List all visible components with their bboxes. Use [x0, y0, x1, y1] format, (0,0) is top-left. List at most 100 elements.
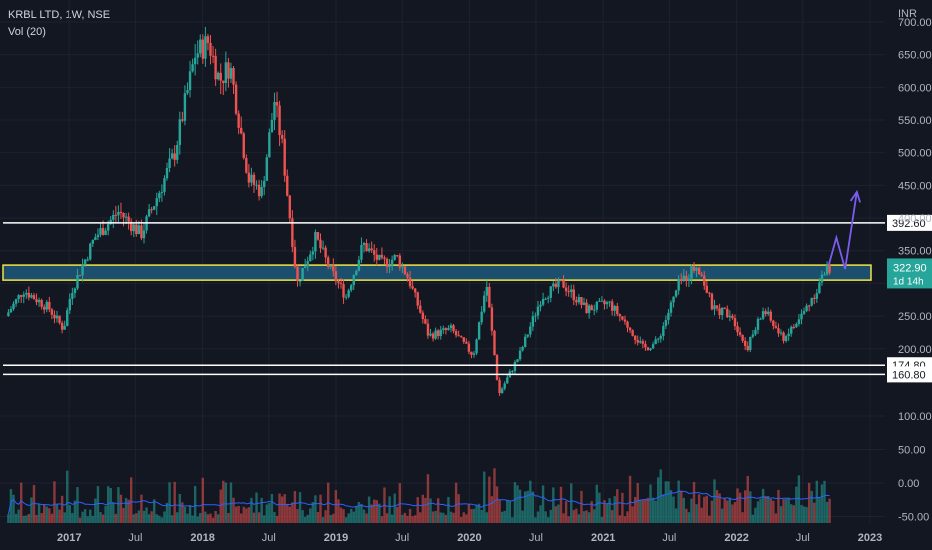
price-tick-label: 450.00 — [898, 180, 932, 192]
candle-body — [531, 316, 535, 327]
volume-bar — [60, 495, 64, 523]
candle-body — [577, 297, 581, 303]
volume-bar — [424, 497, 427, 523]
volume-bar — [309, 508, 312, 523]
volume-bar — [444, 514, 448, 523]
volume-bar — [726, 500, 729, 523]
candle-body — [641, 341, 645, 344]
price-chart[interactable]: 392.60174.80160.80 700.00650.00600.00550… — [0, 0, 932, 550]
candle-body — [644, 343, 647, 348]
candle-body — [662, 326, 665, 337]
volume-bar — [360, 503, 363, 523]
candle-body — [286, 175, 289, 196]
volume-bar — [365, 513, 368, 523]
volume-bar — [350, 508, 353, 523]
volume-bar — [639, 500, 642, 523]
candle-body — [86, 259, 89, 261]
volume-bar — [319, 494, 322, 523]
volume-bar — [48, 508, 51, 523]
candle-body — [424, 319, 427, 324]
volume-bar — [339, 507, 343, 523]
volume-bar — [572, 510, 575, 523]
candle-body — [17, 295, 20, 300]
candle-body — [703, 275, 706, 286]
volume-bar — [820, 484, 824, 523]
candle-body — [112, 214, 115, 220]
candle-body — [22, 294, 25, 297]
time-tick-label: Jul — [395, 532, 409, 544]
candle-body — [40, 300, 43, 307]
volume-bar — [610, 510, 614, 523]
volume-bar — [7, 514, 10, 523]
candle-body — [700, 274, 703, 276]
candle-body — [66, 310, 69, 326]
bar-countdown: 1d 14h — [893, 276, 924, 287]
candle-body — [209, 42, 212, 56]
volume-bar — [767, 496, 770, 523]
candle-body — [792, 326, 795, 328]
candle-body — [137, 225, 141, 235]
candle-body — [460, 336, 463, 338]
candle-body — [201, 39, 205, 59]
volume-bar — [828, 498, 831, 523]
volume-bar — [547, 517, 550, 523]
candle-body — [50, 309, 54, 315]
candle-body — [654, 339, 657, 345]
candle-body — [784, 336, 788, 341]
volume-bar — [511, 517, 514, 523]
volume-bar — [216, 514, 220, 523]
candle-body — [352, 275, 355, 286]
volume-bar — [119, 494, 123, 523]
candle-body — [590, 305, 593, 311]
volume-tick-label: 100.00 — [898, 411, 932, 423]
volume-tick-label: 0.00 — [898, 478, 919, 490]
time-axis: 2017 Jul 2018 Jul 2019 Jul 2020 Jul 2021 Jul 2022 J… — [57, 532, 882, 544]
volume-bar — [401, 514, 404, 523]
volume-bar — [807, 482, 811, 523]
candle-body — [122, 213, 125, 218]
volume-bar — [27, 514, 31, 523]
time-tick-label: Jul — [529, 532, 543, 544]
candle-body — [457, 335, 460, 337]
volume-bar — [163, 511, 166, 523]
price-tick-label: 550.00 — [898, 115, 932, 127]
candle-body — [191, 64, 194, 72]
volume-bar — [500, 511, 504, 523]
volume-bar — [158, 515, 161, 523]
volume-bar — [224, 482, 228, 523]
candle-body — [506, 377, 509, 384]
volume-bar — [96, 486, 100, 523]
volume-bar — [488, 476, 491, 523]
volume-bar — [539, 505, 542, 523]
volume-bar — [549, 509, 552, 523]
volume-bar — [55, 504, 59, 523]
candle-body — [705, 285, 709, 293]
volume-bar — [112, 502, 115, 523]
volume-bar — [782, 499, 785, 523]
candle-body — [45, 301, 48, 310]
price-tick-label: 600.00 — [898, 82, 932, 94]
volume-bar — [495, 486, 499, 523]
candle-body — [651, 344, 655, 349]
candle-body — [76, 275, 79, 289]
volume-bar — [252, 512, 256, 523]
candle-body — [321, 247, 325, 249]
volume-bar — [790, 504, 793, 523]
volume-bar — [554, 506, 558, 523]
candle-body — [787, 333, 790, 337]
candle-body — [623, 319, 627, 322]
candle-body — [526, 334, 529, 337]
volume-bar — [457, 494, 460, 523]
candle-body — [677, 279, 680, 291]
candle-body — [646, 347, 650, 351]
candle-body — [605, 302, 609, 305]
volume-bar — [431, 511, 435, 523]
volume-bar — [288, 506, 292, 523]
candle-body — [153, 206, 156, 210]
volume-bar — [503, 510, 506, 523]
candle-body — [324, 247, 327, 258]
candle-body — [301, 268, 304, 281]
volume-bar — [321, 517, 325, 523]
time-tick-label: Jul — [796, 532, 810, 544]
volume-bar — [651, 497, 655, 523]
